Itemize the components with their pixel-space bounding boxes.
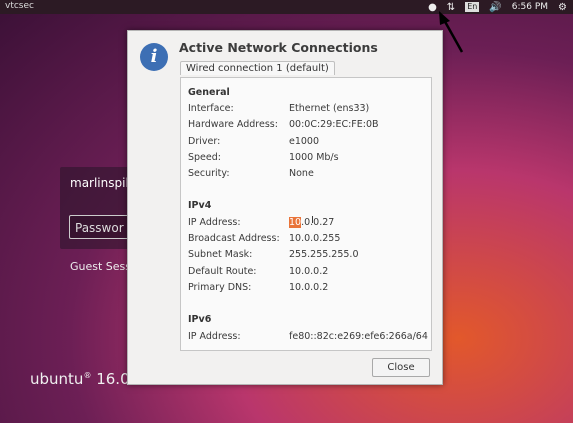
info-icon: i — [140, 43, 168, 71]
ipv6-heading: IPv6 — [188, 314, 212, 325]
detail-key: Default Route: — [188, 265, 257, 277]
detail-key: Speed: — [188, 151, 221, 163]
ip-address-value[interactable]: 10.0.0.27 I — [289, 215, 335, 228]
detail-value[interactable]: 10.0.0.2 — [289, 266, 328, 277]
selected-text: 10 — [289, 217, 302, 228]
detail-key: IP Address: — [188, 331, 241, 342]
detail-value[interactable]: 10.0.0.255 — [289, 233, 340, 244]
close-button[interactable]: Close — [372, 358, 430, 377]
detail-key: IP Address: — [188, 217, 241, 228]
username-label: marlinspik — [70, 176, 133, 190]
tab-wired-connection[interactable]: Wired connection 1 (default) — [180, 61, 335, 75]
detail-value[interactable]: 255.255.255.0 — [289, 249, 359, 260]
detail-key: Subnet Mask: — [188, 249, 253, 261]
dialog-title: Active Network Connections — [179, 40, 378, 55]
detail-value[interactable]: None — [289, 168, 314, 179]
ubuntu-logo: ubuntu® 16.0 — [30, 370, 130, 388]
network-connections-dialog: i Active Network Connections Wired conne… — [127, 30, 443, 385]
connection-details-panel: General Interface: Ethernet (ens33) Hardwa… — [180, 77, 432, 351]
ipv4-heading: IPv4 — [188, 200, 212, 211]
guest-session-link[interactable]: Guest Sess — [70, 260, 131, 273]
detail-value[interactable]: Ethernet (ens33) — [289, 103, 369, 114]
detail-key: Security: — [188, 168, 230, 180]
brand-version: 16.0 — [96, 370, 130, 388]
detail-value[interactable]: 1000 Mb/s — [289, 152, 339, 163]
detail-value[interactable]: e1000 — [289, 136, 319, 147]
detail-value[interactable]: 10.0.0.2 — [289, 282, 328, 293]
brand-name: ubuntu — [30, 370, 84, 388]
detail-value[interactable]: fe80::82c:e269:efe6:266a/64 — [289, 331, 428, 342]
general-heading: General — [188, 87, 230, 98]
text-cursor-icon: I — [311, 215, 314, 226]
ip-rest-text: .0.0.27 — [301, 217, 335, 228]
detail-key: Broadcast Address: — [188, 233, 280, 244]
login-panel: marlinspik Passwor — [60, 167, 139, 249]
detail-key: Interface: — [188, 103, 234, 114]
detail-key: Driver: — [188, 135, 221, 147]
detail-value[interactable]: 00:0C:29:EC:FE:0B — [289, 119, 379, 130]
detail-key: Hardware Address: — [188, 119, 278, 131]
detail-key: Primary DNS: — [188, 281, 252, 293]
